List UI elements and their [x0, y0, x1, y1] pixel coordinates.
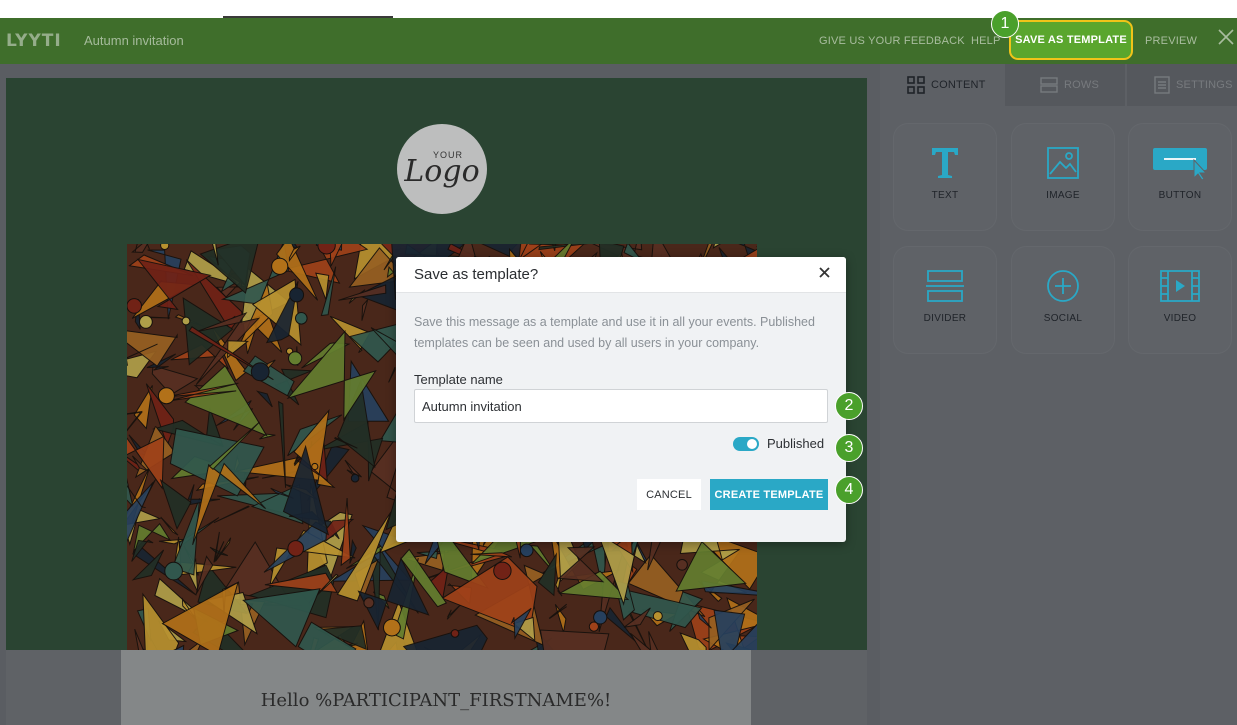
content-panel: CONTENT ROWS SETTINGS TEXT IMAGE BUTTON … — [880, 64, 1237, 725]
block-video[interactable]: VIDEO — [1129, 247, 1231, 353]
help-link[interactable]: HELP — [971, 35, 1001, 47]
top-strip — [0, 0, 1237, 18]
block-button-label: BUTTON — [1158, 190, 1202, 201]
block-video-label: VIDEO — [1163, 313, 1197, 324]
close-icon[interactable] — [1216, 28, 1236, 48]
block-divider-label: DIVIDER — [923, 313, 967, 324]
video-icon — [1160, 270, 1200, 302]
cancel-button[interactable]: CANCEL — [637, 479, 701, 510]
tab-settings[interactable]: SETTINGS — [1127, 64, 1237, 106]
toggle-knob — [747, 439, 757, 449]
text-icon — [932, 148, 958, 178]
document-title: Autumn invitation — [84, 33, 184, 48]
template-name-input[interactable] — [414, 389, 828, 423]
close-icon[interactable] — [819, 265, 830, 283]
block-text[interactable]: TEXT — [894, 124, 996, 230]
step-marker-2: 2 — [835, 392, 863, 420]
dialog-title: Save as template? — [414, 266, 539, 283]
block-divider[interactable]: DIVIDER — [894, 247, 996, 353]
create-template-button[interactable]: CREATE TEMPLATE — [710, 479, 828, 510]
block-image-label: IMAGE — [1046, 190, 1080, 201]
rows-icon — [1040, 77, 1058, 93]
block-button[interactable]: BUTTON — [1129, 124, 1231, 230]
tab-content-label: CONTENT — [931, 79, 986, 91]
block-social[interactable]: SOCIAL — [1012, 247, 1114, 353]
block-social-label: SOCIAL — [1043, 313, 1083, 324]
editor-header: LYYTI Autumn invitation GIVE US YOUR FEE… — [0, 18, 1237, 64]
grid-icon — [907, 76, 925, 94]
divider-icon — [926, 270, 964, 302]
template-name-label: Template name — [414, 372, 503, 387]
save-as-template-button[interactable]: SAVE AS TEMPLATE — [1009, 20, 1133, 60]
button-icon — [1153, 148, 1208, 180]
feedback-link[interactable]: GIVE US YOUR FEEDBACK — [819, 35, 965, 47]
dialog-description: Save this message as a template and use … — [414, 315, 815, 350]
save-template-dialog: Save as template? Save this message as a… — [396, 257, 846, 542]
block-text-label: TEXT — [931, 190, 959, 201]
lyyti-logo: LYYTI — [6, 31, 62, 51]
greeting-text: Hello %PARTICIPANT_FIRSTNAME%! — [260, 690, 612, 711]
social-icon — [1047, 270, 1079, 302]
published-toggle[interactable] — [733, 437, 759, 451]
tab-settings-label: SETTINGS — [1176, 79, 1233, 91]
email-logo-placeholder[interactable]: YOUR Logo — [397, 124, 487, 214]
logo-main-text: Logo — [404, 153, 480, 189]
settings-icon — [1154, 76, 1170, 94]
step-marker-4: 4 — [835, 476, 863, 504]
tab-rows[interactable]: ROWS — [1005, 64, 1125, 106]
step-marker-3: 3 — [835, 434, 863, 462]
preview-link[interactable]: PREVIEW — [1145, 35, 1197, 47]
dialog-header: Save as template? — [396, 257, 846, 293]
step-marker-1: 1 — [991, 10, 1019, 38]
image-icon — [1047, 147, 1079, 179]
email-text-block[interactable]: Hello %PARTICIPANT_FIRSTNAME%! — [121, 650, 751, 725]
tab-content[interactable]: CONTENT — [880, 64, 1003, 106]
block-image[interactable]: IMAGE — [1012, 124, 1114, 230]
tab-rows-label: ROWS — [1064, 79, 1100, 91]
published-label: Published — [767, 436, 825, 451]
